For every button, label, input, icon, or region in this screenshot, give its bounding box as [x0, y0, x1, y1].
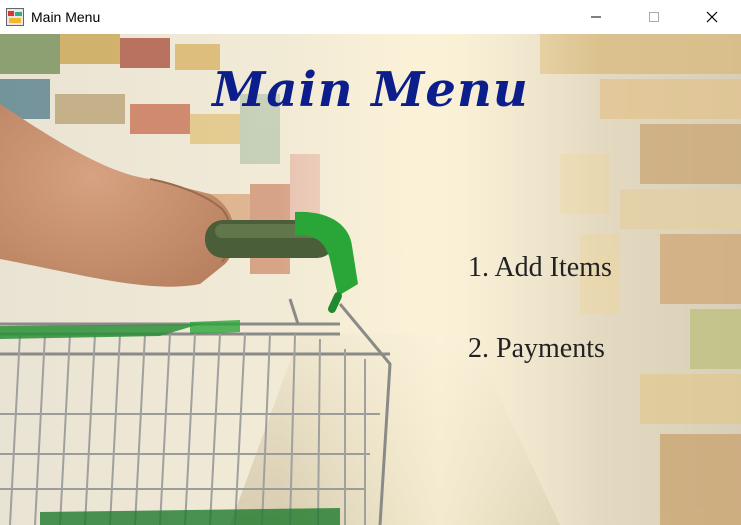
minimize-button[interactable]: [567, 0, 625, 34]
menu-item-add-items[interactable]: 1. Add Items: [468, 252, 612, 284]
window-title: Main Menu: [31, 9, 101, 25]
close-icon: [706, 11, 718, 23]
app-icon: [6, 8, 24, 26]
maximize-button[interactable]: [625, 0, 683, 34]
title-bar[interactable]: Main Menu: [0, 0, 741, 34]
client-area: Main Menu 1. Add Items 2. Payments: [0, 34, 741, 525]
window-controls: [567, 0, 741, 34]
close-button[interactable]: [683, 0, 741, 34]
maximize-icon: [649, 12, 659, 22]
main-menu-heading: Main Menu: [212, 62, 529, 118]
menu-item-payments[interactable]: 2. Payments: [468, 333, 605, 365]
main-menu-window: Main Menu Main Menu 1. Add Items 2. Paym…: [0, 0, 741, 525]
minimize-icon: [591, 16, 601, 18]
